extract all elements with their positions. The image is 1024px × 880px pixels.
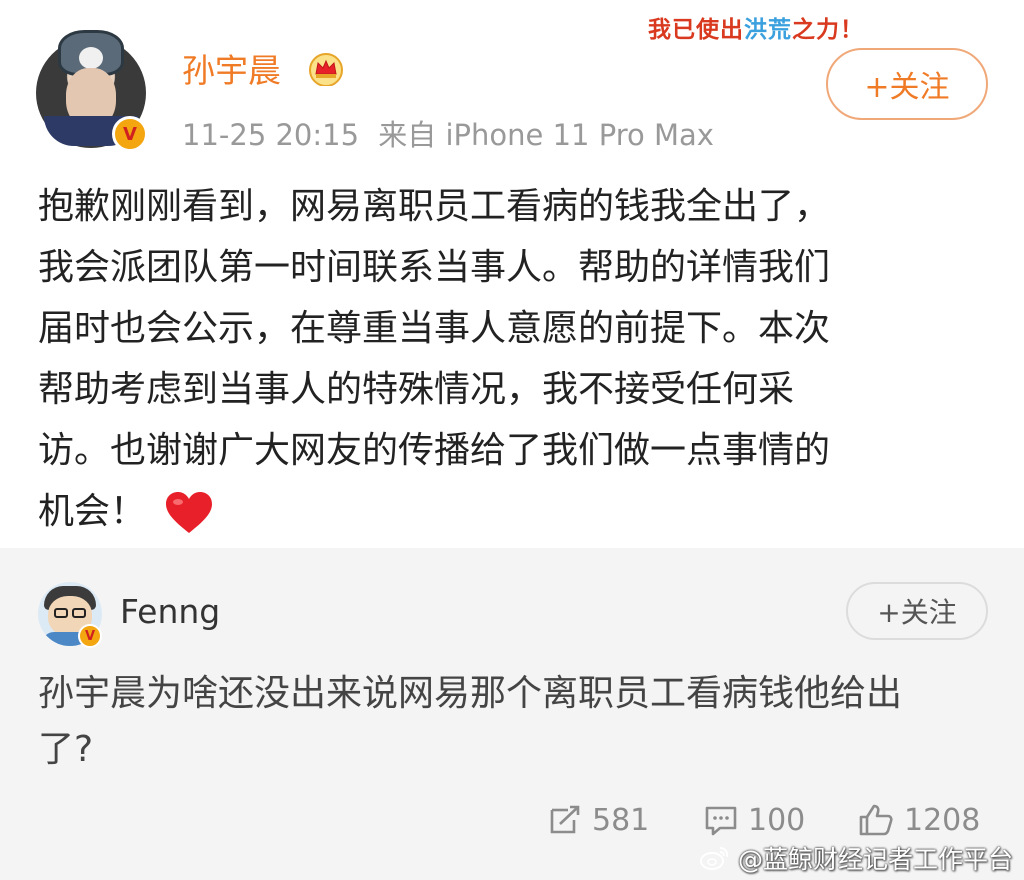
post-meta: 11-25 20:15 来自 iPhone 11 Pro Max [182,112,724,154]
weibo-logo-icon [700,847,729,870]
author-name[interactable]: 孙宇晨 [182,44,281,92]
post-line: 届时也会公示，在尊重当事人意愿的前提下。本次 [38,308,831,349]
post-line: 抱歉刚刚看到，网易离职员工看病的钱我全出了， [38,186,831,227]
post-content: 抱歉刚刚看到，网易离职员工看病的钱我全出了， 我会派团队第一时间联系当事人。帮助… [38,176,998,542]
heart-icon [166,492,213,533]
repost-line: 孙宇晨为啥还没出来说网易那个离职员工看病钱他给出 [38,673,903,714]
comment-icon [705,806,737,836]
follow-button[interactable]: +关注 [826,48,988,120]
author-avatar[interactable]: V [36,30,148,152]
post-line-last: 机会！ [38,481,998,542]
like-count: 1208 [904,802,981,838]
repost-author-name[interactable]: Fenng [120,592,220,631]
crown-icon [309,53,343,86]
watermark-text: @蓝鲸财经记者工作平台 [738,845,1014,874]
post-line: 帮助考虑到当事人的特殊情况，我不接受任何采 [38,369,795,410]
repost-line: 了? [38,729,94,770]
honghuang-badge: 我已使出洪荒之力！ [648,17,864,43]
glasses-icon [54,608,68,618]
repost-content: 孙宇晨为啥还没出来说网易那个离职员工看病钱他给出 了? [38,666,998,778]
thumbs-up-icon [859,804,893,836]
post-source[interactable]: 来自 iPhone 11 Pro Max [378,118,714,152]
post-line: 我会派团队第一时间联系当事人。帮助的详情我们 [38,247,831,288]
repost-action[interactable]: 581 [548,800,649,840]
repost-icon [550,805,580,834]
like-action[interactable]: 1208 [858,800,980,840]
repost-follow-button[interactable]: +关注 [846,582,988,640]
verified-badge-icon: V [78,624,102,648]
comment-count: 100 [748,802,806,838]
repost-count: 581 [592,802,650,838]
comment-action[interactable]: 100 [704,800,805,840]
source-watermark: @蓝鲸财经记者工作平台 [700,840,1013,876]
post-time: 11-25 20:15 [182,118,360,152]
post-line: 访。也谢谢广大网友的传播给了我们做一点事情的 [38,430,831,471]
verified-badge-icon: V [112,116,148,152]
